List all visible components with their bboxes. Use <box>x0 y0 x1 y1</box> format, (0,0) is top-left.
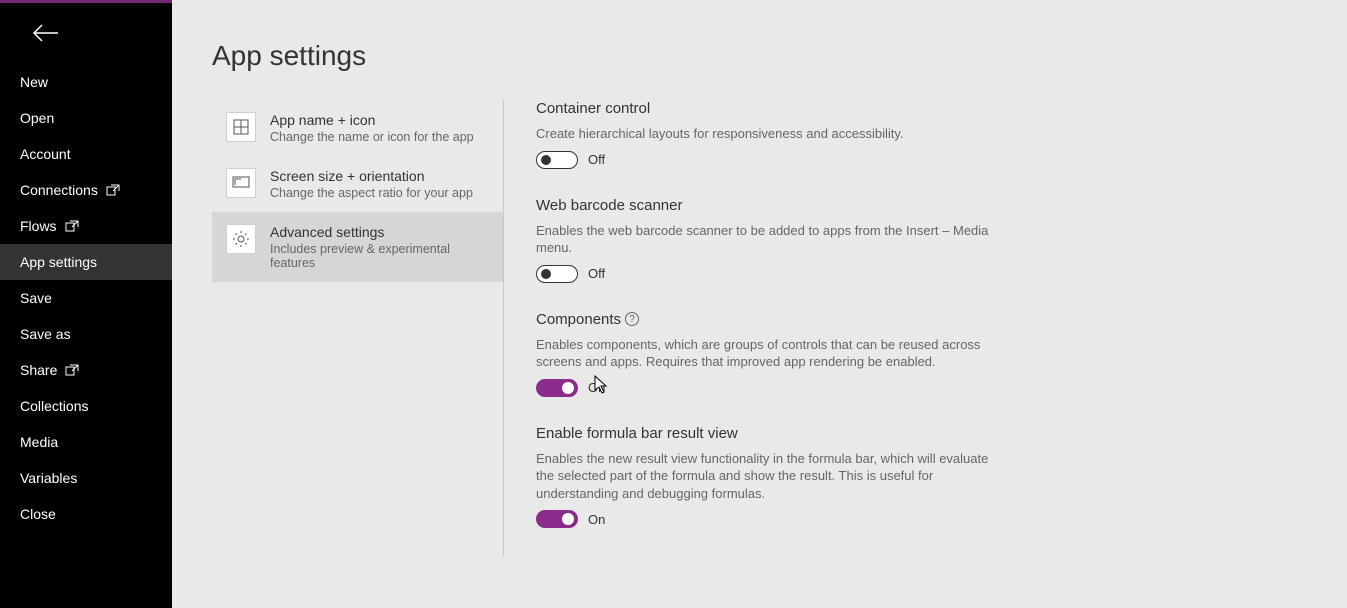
file-menu-sidebar: New Open Account Connections Flows App s… <box>0 0 172 608</box>
nav-account[interactable]: Account <box>0 136 172 172</box>
toggle-state-label: Off <box>588 266 605 281</box>
setting-title: Web barcode scanner <box>536 197 996 214</box>
nav-variables[interactable]: Variables <box>0 460 172 496</box>
setting-formula-bar-result-view: Enable formula bar result view Enables t… <box>536 425 996 529</box>
setting-desc: Enables components, which are groups of … <box>536 336 996 371</box>
nav-label: Share <box>20 362 57 378</box>
main-content: App settings App name + icon Change the … <box>172 0 1347 608</box>
nav-label: Save as <box>20 326 71 342</box>
nav-label: Connections <box>20 182 98 198</box>
setting-title-text: Components <box>536 311 621 328</box>
tab-advanced-settings[interactable]: Advanced settings Includes preview & exp… <box>212 212 503 282</box>
external-link-icon <box>65 220 79 232</box>
tab-desc: Change the aspect ratio for your app <box>270 186 473 200</box>
nav-open[interactable]: Open <box>0 100 172 136</box>
back-button[interactable] <box>0 5 172 64</box>
tab-desc: Change the name or icon for the app <box>270 130 474 144</box>
nav-save[interactable]: Save <box>0 280 172 316</box>
page-title: App settings <box>212 40 1307 72</box>
settings-tabs: App name + icon Change the name or icon … <box>212 100 504 556</box>
nav-new[interactable]: New <box>0 64 172 100</box>
tab-title: Screen size + orientation <box>270 168 473 184</box>
app-grid-icon <box>226 112 256 142</box>
toggle-web-barcode-scanner[interactable] <box>536 265 578 283</box>
nav-label: Account <box>20 146 71 162</box>
nav-label: Save <box>20 290 52 306</box>
setting-desc: Enables the web barcode scanner to be ad… <box>536 222 996 257</box>
tab-screen-size[interactable]: Screen size + orientation Change the asp… <box>212 156 503 212</box>
setting-components: Components ? Enables components, which a… <box>536 311 996 397</box>
toggle-formula-bar-result-view[interactable] <box>536 510 578 528</box>
setting-desc: Enables the new result view functionalit… <box>536 450 996 503</box>
nav-label: App settings <box>20 254 97 270</box>
toggle-container-control[interactable] <box>536 151 578 169</box>
nav-collections[interactable]: Collections <box>0 388 172 424</box>
toggle-state-label: On <box>588 380 605 395</box>
nav-save-as[interactable]: Save as <box>0 316 172 352</box>
nav-label: New <box>20 74 48 90</box>
help-icon[interactable]: ? <box>625 312 639 326</box>
nav-app-settings[interactable]: App settings <box>0 244 172 280</box>
toggle-components[interactable] <box>536 379 578 397</box>
nav-label: Open <box>20 110 54 126</box>
setting-title: Components ? <box>536 311 996 328</box>
setting-title: Container control <box>536 100 996 117</box>
nav-share[interactable]: Share <box>0 352 172 388</box>
toggle-state-label: On <box>588 512 605 527</box>
gear-icon <box>226 224 256 254</box>
nav-label: Flows <box>20 218 57 234</box>
setting-desc: Create hierarchical layouts for responsi… <box>536 125 996 143</box>
nav-label: Collections <box>20 398 88 414</box>
external-link-icon <box>65 364 79 376</box>
tab-app-name-icon[interactable]: App name + icon Change the name or icon … <box>212 100 503 156</box>
nav-label: Close <box>20 506 56 522</box>
nav-flows[interactable]: Flows <box>0 208 172 244</box>
setting-container-control: Container control Create hierarchical la… <box>536 100 996 169</box>
tab-title: Advanced settings <box>270 224 489 240</box>
nav-label: Variables <box>20 470 77 486</box>
nav-close[interactable]: Close <box>0 496 172 532</box>
tab-desc: Includes preview & experimental features <box>270 242 489 270</box>
setting-web-barcode-scanner: Web barcode scanner Enables the web barc… <box>536 197 996 283</box>
settings-detail: Container control Create hierarchical la… <box>536 100 996 556</box>
back-arrow-icon <box>32 23 60 43</box>
nav-label: Media <box>20 434 58 450</box>
settings-columns: App name + icon Change the name or icon … <box>212 100 1307 556</box>
setting-title: Enable formula bar result view <box>536 425 996 442</box>
screen-size-icon <box>226 168 256 198</box>
tab-title: App name + icon <box>270 112 474 128</box>
nav-connections[interactable]: Connections <box>0 172 172 208</box>
external-link-icon <box>106 184 120 196</box>
nav-media[interactable]: Media <box>0 424 172 460</box>
toggle-state-label: Off <box>588 152 605 167</box>
